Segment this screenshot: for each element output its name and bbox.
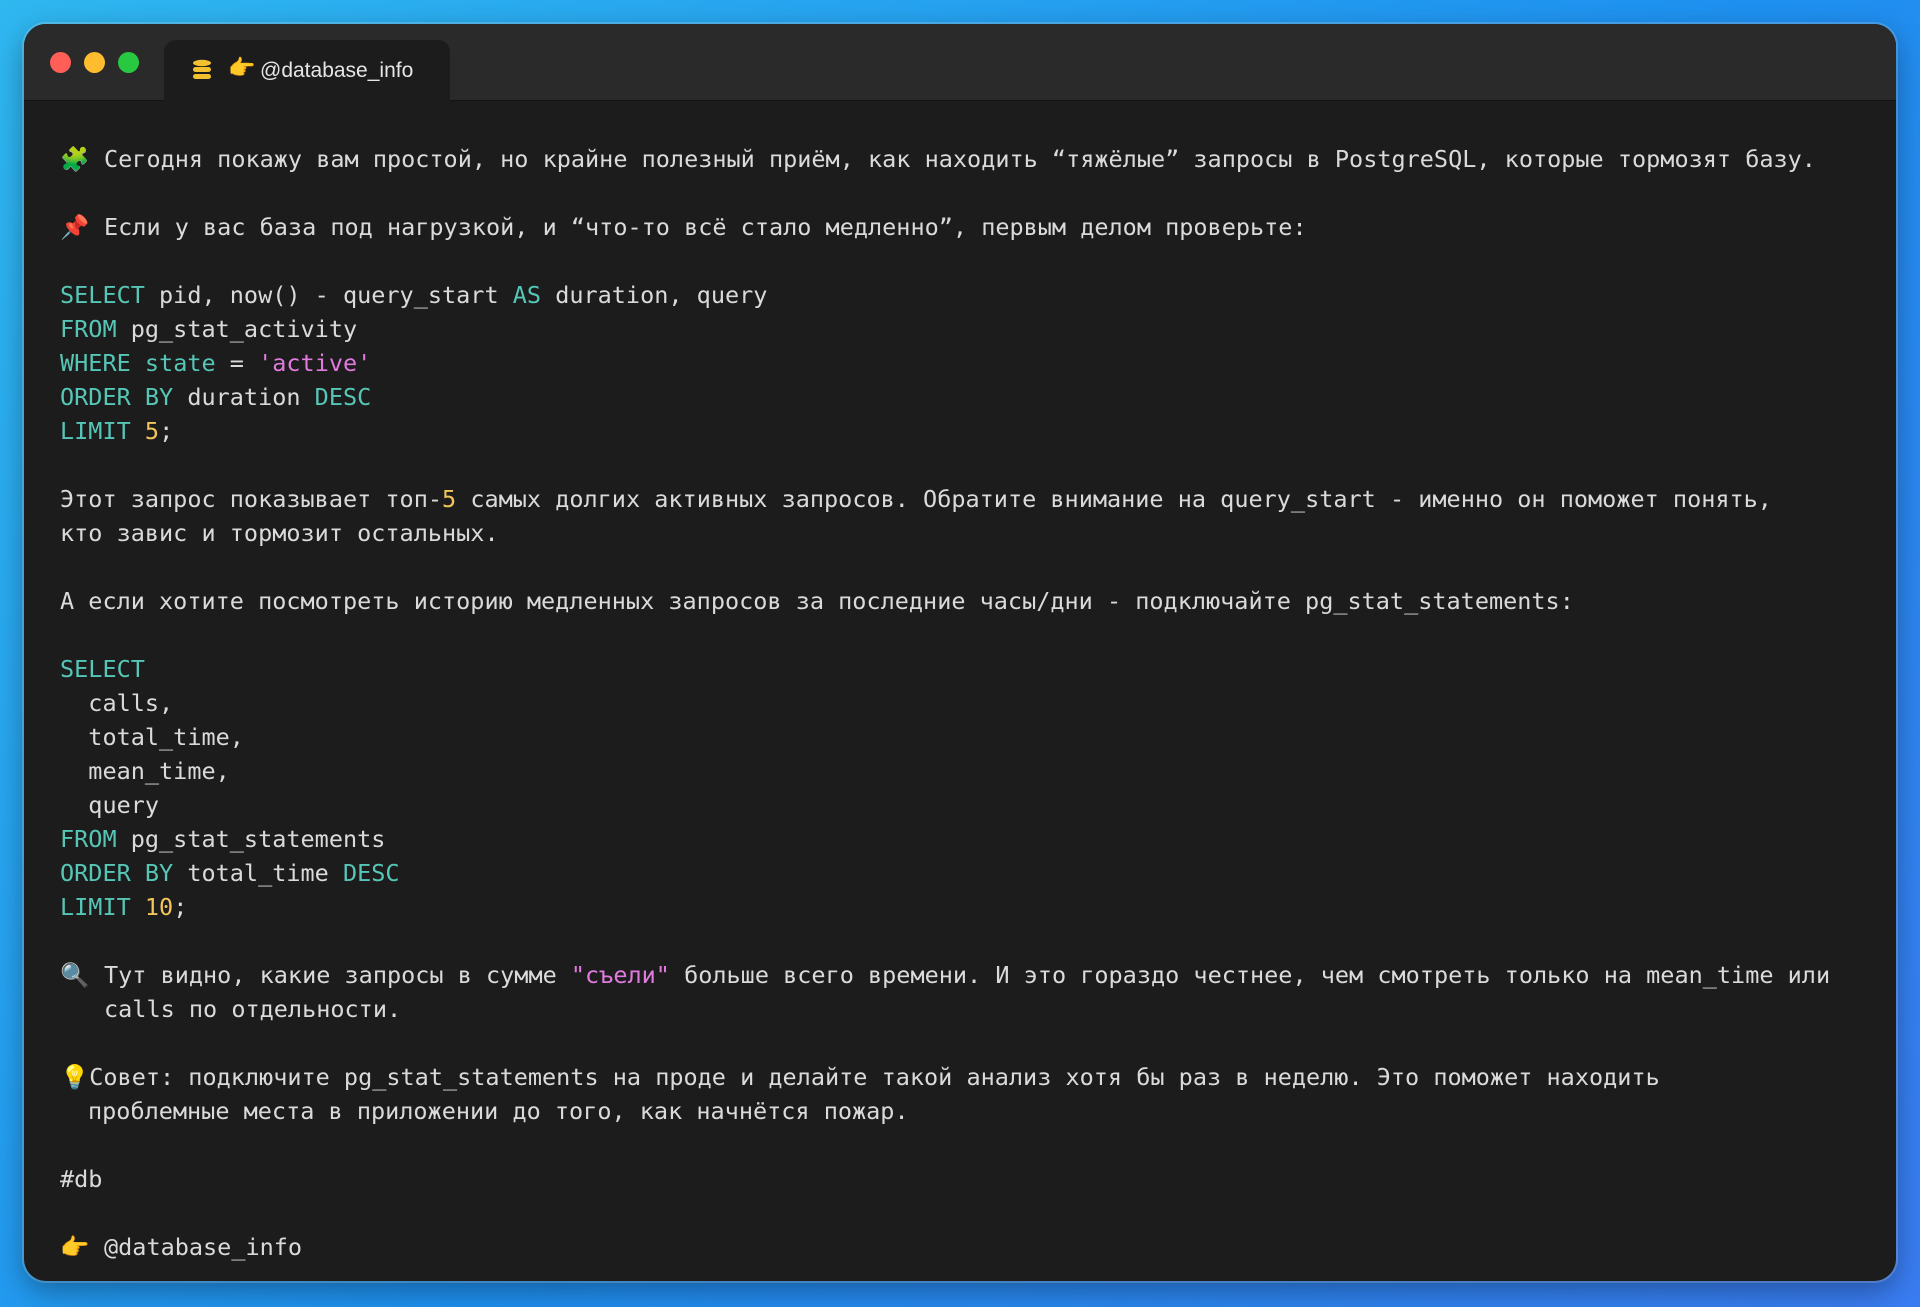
channel-link[interactable]: @database_info <box>104 1233 302 1261</box>
pin-line: 📌 Если у вас база под нагрузкой, и “что-т… <box>60 210 1880 244</box>
lightbulb-icon: 💡 <box>60 1063 90 1091</box>
title-bar: 👉 @database_info <box>24 24 1896 101</box>
code-line: ORDER BY total_time DESC <box>60 859 400 887</box>
code-line: LIMIT 10; <box>60 893 188 921</box>
tab-database-info[interactable]: 👉 @database_info <box>164 40 450 101</box>
code-line: query <box>60 791 160 819</box>
code-line: ORDER BY duration DESC <box>60 383 372 411</box>
code-block-activity: SELECT pid, now() - query_start AS durat… <box>60 278 1880 448</box>
tab-title: @database_info <box>260 59 414 82</box>
code-line: FROM pg_stat_activity <box>60 315 358 343</box>
code-line: SELECT <box>60 655 145 683</box>
close-window-button[interactable] <box>50 52 71 73</box>
code-line: LIMIT 5; <box>60 417 174 445</box>
code-block-statements: SELECT calls, total_time, mean_time, que… <box>60 652 1880 924</box>
terminal-window: 👉 @database_info 🧩 Сегодня покажу вам про… <box>24 24 1896 1281</box>
code-line: mean_time, <box>60 757 230 785</box>
database-icon <box>192 59 212 87</box>
code-line: FROM pg_stat_statements <box>60 825 386 853</box>
explanation-line: Этот запрос показывает топ-5 самых долги… <box>60 485 1772 513</box>
code-line: total_time, <box>60 723 244 751</box>
tip-line: 💡Совет: подключите pg_stat_statements на… <box>60 1063 1660 1091</box>
code-line: calls, <box>60 689 174 717</box>
minimize-window-button[interactable] <box>84 52 105 73</box>
pointing-hand-icon: 👉 <box>60 1233 90 1261</box>
pointing-hand-icon: 👉 <box>228 56 256 81</box>
code-line: WHERE state = 'active' <box>60 349 372 377</box>
explanation-line: кто завис и тормозит остальных. <box>60 519 499 547</box>
intro-line: 🧩 Сегодня покажу вам простой, но крайне п… <box>60 142 1880 176</box>
code-line: SELECT pid, now() - query_start AS durat… <box>60 281 768 309</box>
pushpin-icon: 📌 <box>60 213 90 241</box>
tip-line: проблемные места в приложении до того, к… <box>88 1097 909 1125</box>
hashtag[interactable]: #db <box>60 1162 1880 1196</box>
insight-line: 🔍 Тут видно, какие запросы в сумме "съели… <box>60 958 1880 992</box>
history-line: А если хотите посмотреть историю медленн… <box>60 587 1574 615</box>
post-content: 🧩 Сегодня покажу вам простой, но крайне п… <box>60 142 1880 1264</box>
magnifier-icon: 🔍 <box>60 961 90 989</box>
zoom-window-button[interactable] <box>118 52 139 73</box>
insight-line: calls по отдельности. <box>104 995 402 1023</box>
puzzle-icon: 🧩 <box>60 145 90 173</box>
signature-line: 👉 @database_info <box>60 1230 1880 1264</box>
